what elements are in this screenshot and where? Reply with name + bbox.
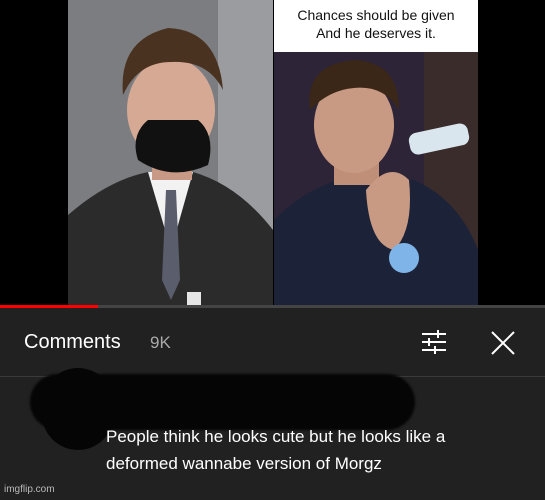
person-image-right: [274, 52, 478, 305]
comment-line-1: People think he looks cute but he looks …: [106, 427, 446, 446]
comments-title: Comments: [24, 331, 121, 353]
comments-panel: Comments 9K People think he looks cute b…: [0, 308, 545, 500]
close-icon[interactable]: [488, 328, 518, 358]
video-player[interactable]: Chances should be given And he deserves …: [0, 0, 545, 308]
comments-count: 9K: [150, 333, 171, 352]
caption-line-1: Chances should be given: [297, 7, 455, 23]
comment-body: People think he looks cute but he looks …: [106, 423, 536, 477]
video-frame-left: [68, 0, 273, 305]
video-caption: Chances should be given And he deserves …: [274, 6, 478, 42]
caption-line-2: And he deserves it.: [316, 25, 436, 41]
sort-icon[interactable]: [420, 330, 448, 354]
watermark: imgflip.com: [4, 484, 55, 495]
video-frame-right: Chances should be given And he deserves …: [274, 0, 478, 305]
person-image-left: [68, 0, 273, 305]
comments-header: Comments 9K: [0, 308, 545, 377]
redacted-avatar: [42, 368, 114, 450]
comment-line-2: deformed wannabe version of Morgz: [106, 454, 382, 473]
